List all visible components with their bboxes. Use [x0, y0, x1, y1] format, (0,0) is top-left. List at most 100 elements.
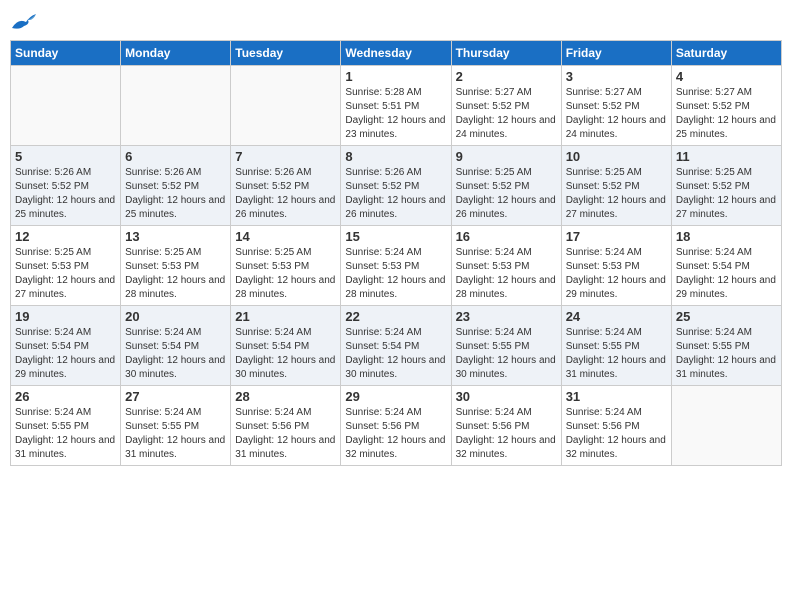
day-detail: Sunrise: 5:24 AMSunset: 5:54 PMDaylight:…: [125, 326, 226, 382]
calendar-week-row: 1Sunrise: 5:28 AMSunset: 5:51 PMDaylight…: [11, 66, 782, 146]
calendar-cell: 29 Sunrise: 5:24 AMSunset: 5:56 PMDayligh…: [341, 386, 451, 466]
logo: [10, 10, 40, 34]
day-number: 21: [235, 309, 336, 324]
weekday-header: Sunday: [11, 41, 121, 66]
day-detail: Sunrise: 5:26 AMSunset: 5:52 PMDaylight:…: [125, 166, 226, 222]
calendar-cell: 27 Sunrise: 5:24 AMSunset: 5:55 PMDayligh…: [121, 386, 231, 466]
calendar-cell: 16 Sunrise: 5:24 AMSunset: 5:53 PMDayligh…: [451, 226, 561, 306]
day-detail: Sunrise: 5:25 AMSunset: 5:53 PMDaylight:…: [235, 246, 336, 302]
calendar-cell: 13Sunrise: 5:25 AMSunset: 5:53 PMDayligh…: [121, 226, 231, 306]
day-number: 22: [345, 309, 446, 324]
day-detail: Sunrise: 5:27 AMSunset: 5:52 PMDaylight:…: [676, 86, 777, 142]
bird-icon: [10, 10, 38, 34]
page: SundayMondayTuesdayWednesdayThursdayFrid…: [0, 0, 792, 476]
day-detail: Sunrise: 5:25 AMSunset: 5:53 PMDaylight:…: [125, 246, 226, 302]
day-number: 4: [676, 69, 777, 84]
calendar-cell: 25 Sunrise: 5:24 AMSunset: 5:55 PMDayligh…: [671, 306, 781, 386]
calendar-cell: 4 Sunrise: 5:27 AMSunset: 5:52 PMDaylight…: [671, 66, 781, 146]
calendar-cell: 7 Sunrise: 5:26 AMSunset: 5:52 PMDaylight…: [231, 146, 341, 226]
calendar-week-row: 26 Sunrise: 5:24 AMSunset: 5:55 PMDayligh…: [11, 386, 782, 466]
day-detail: Sunrise: 5:26 AMSunset: 5:52 PMDaylight:…: [235, 166, 336, 222]
day-number: 19: [15, 309, 116, 324]
day-detail: Sunrise: 5:24 AMSunset: 5:56 PMDaylight:…: [235, 406, 336, 462]
day-number: 29: [345, 389, 446, 404]
day-number: 11: [676, 149, 777, 164]
calendar-header: SundayMondayTuesdayWednesdayThursdayFrid…: [11, 41, 782, 66]
calendar-cell: 22Sunrise: 5:24 AMSunset: 5:54 PMDayligh…: [341, 306, 451, 386]
day-number: 6: [125, 149, 226, 164]
calendar-cell: [671, 386, 781, 466]
calendar-week-row: 12 Sunrise: 5:25 AMSunset: 5:53 PMDayligh…: [11, 226, 782, 306]
calendar-cell: 26 Sunrise: 5:24 AMSunset: 5:55 PMDayligh…: [11, 386, 121, 466]
calendar-cell: 24Sunrise: 5:24 AMSunset: 5:55 PMDayligh…: [561, 306, 671, 386]
day-number: 25: [676, 309, 777, 324]
day-number: 7: [235, 149, 336, 164]
calendar-cell: 10 Sunrise: 5:25 AMSunset: 5:52 PMDayligh…: [561, 146, 671, 226]
day-number: 20: [125, 309, 226, 324]
day-detail: Sunrise: 5:26 AMSunset: 5:52 PMDaylight:…: [15, 166, 116, 222]
calendar-cell: 30 Sunrise: 5:24 AMSunset: 5:56 PMDayligh…: [451, 386, 561, 466]
weekday-header: Monday: [121, 41, 231, 66]
day-number: 27: [125, 389, 226, 404]
day-detail: Sunrise: 5:27 AMSunset: 5:52 PMDaylight:…: [566, 86, 667, 142]
day-number: 5: [15, 149, 116, 164]
weekday-row: SundayMondayTuesdayWednesdayThursdayFrid…: [11, 41, 782, 66]
calendar-cell: 5 Sunrise: 5:26 AMSunset: 5:52 PMDaylight…: [11, 146, 121, 226]
day-detail: Sunrise: 5:25 AMSunset: 5:53 PMDaylight:…: [15, 246, 116, 302]
calendar-cell: 3 Sunrise: 5:27 AMSunset: 5:52 PMDaylight…: [561, 66, 671, 146]
calendar-cell: 20 Sunrise: 5:24 AMSunset: 5:54 PMDayligh…: [121, 306, 231, 386]
day-number: 31: [566, 389, 667, 404]
day-detail: Sunrise: 5:24 AMSunset: 5:53 PMDaylight:…: [566, 246, 667, 302]
day-detail: Sunrise: 5:24 AMSunset: 5:54 PMDaylight:…: [676, 246, 777, 302]
calendar-cell: [121, 66, 231, 146]
day-detail: Sunrise: 5:24 AMSunset: 5:55 PMDaylight:…: [456, 326, 557, 382]
day-detail: Sunrise: 5:28 AMSunset: 5:51 PMDaylight:…: [345, 86, 446, 142]
day-number: 30: [456, 389, 557, 404]
day-number: 3: [566, 69, 667, 84]
day-detail: Sunrise: 5:25 AMSunset: 5:52 PMDaylight:…: [566, 166, 667, 222]
day-detail: Sunrise: 5:25 AMSunset: 5:52 PMDaylight:…: [676, 166, 777, 222]
day-detail: Sunrise: 5:24 AMSunset: 5:56 PMDaylight:…: [345, 406, 446, 462]
day-detail: Sunrise: 5:24 AMSunset: 5:56 PMDaylight:…: [456, 406, 557, 462]
calendar-cell: 2Sunrise: 5:27 AMSunset: 5:52 PMDaylight…: [451, 66, 561, 146]
calendar-week-row: 19 Sunrise: 5:24 AMSunset: 5:54 PMDayligh…: [11, 306, 782, 386]
calendar-cell: 31Sunrise: 5:24 AMSunset: 5:56 PMDayligh…: [561, 386, 671, 466]
day-detail: Sunrise: 5:26 AMSunset: 5:52 PMDaylight:…: [345, 166, 446, 222]
day-detail: Sunrise: 5:24 AMSunset: 5:54 PMDaylight:…: [235, 326, 336, 382]
weekday-header: Saturday: [671, 41, 781, 66]
day-number: 12: [15, 229, 116, 244]
day-detail: Sunrise: 5:24 AMSunset: 5:53 PMDaylight:…: [456, 246, 557, 302]
day-number: 17: [566, 229, 667, 244]
calendar-week-row: 5 Sunrise: 5:26 AMSunset: 5:52 PMDaylight…: [11, 146, 782, 226]
calendar-cell: 17 Sunrise: 5:24 AMSunset: 5:53 PMDayligh…: [561, 226, 671, 306]
calendar-cell: 15Sunrise: 5:24 AMSunset: 5:53 PMDayligh…: [341, 226, 451, 306]
calendar-cell: 6 Sunrise: 5:26 AMSunset: 5:52 PMDaylight…: [121, 146, 231, 226]
day-number: 16: [456, 229, 557, 244]
calendar-cell: 9Sunrise: 5:25 AMSunset: 5:52 PMDaylight…: [451, 146, 561, 226]
weekday-header: Tuesday: [231, 41, 341, 66]
calendar-cell: 11 Sunrise: 5:25 AMSunset: 5:52 PMDayligh…: [671, 146, 781, 226]
day-detail: Sunrise: 5:25 AMSunset: 5:52 PMDaylight:…: [456, 166, 557, 222]
calendar-cell: [11, 66, 121, 146]
day-number: 18: [676, 229, 777, 244]
calendar-cell: 18 Sunrise: 5:24 AMSunset: 5:54 PMDayligh…: [671, 226, 781, 306]
day-detail: Sunrise: 5:24 AMSunset: 5:55 PMDaylight:…: [125, 406, 226, 462]
day-number: 14: [235, 229, 336, 244]
day-number: 15: [345, 229, 446, 244]
calendar-cell: 19Sunrise: 5:24 AMSunset: 5:54 PMDayligh…: [11, 306, 121, 386]
header: [10, 10, 782, 34]
day-number: 28: [235, 389, 336, 404]
weekday-header: Wednesday: [341, 41, 451, 66]
calendar-cell: 28 Sunrise: 5:24 AMSunset: 5:56 PMDayligh…: [231, 386, 341, 466]
day-number: 23: [456, 309, 557, 324]
day-detail: Sunrise: 5:24 AMSunset: 5:55 PMDaylight:…: [566, 326, 667, 382]
day-number: 8: [345, 149, 446, 164]
calendar-cell: 12 Sunrise: 5:25 AMSunset: 5:53 PMDayligh…: [11, 226, 121, 306]
calendar-cell: 14 Sunrise: 5:25 AMSunset: 5:53 PMDayligh…: [231, 226, 341, 306]
day-number: 10: [566, 149, 667, 164]
day-number: 26: [15, 389, 116, 404]
weekday-header: Friday: [561, 41, 671, 66]
calendar-cell: [231, 66, 341, 146]
day-detail: Sunrise: 5:24 AMSunset: 5:55 PMDaylight:…: [676, 326, 777, 382]
day-detail: Sunrise: 5:24 AMSunset: 5:55 PMDaylight:…: [15, 406, 116, 462]
